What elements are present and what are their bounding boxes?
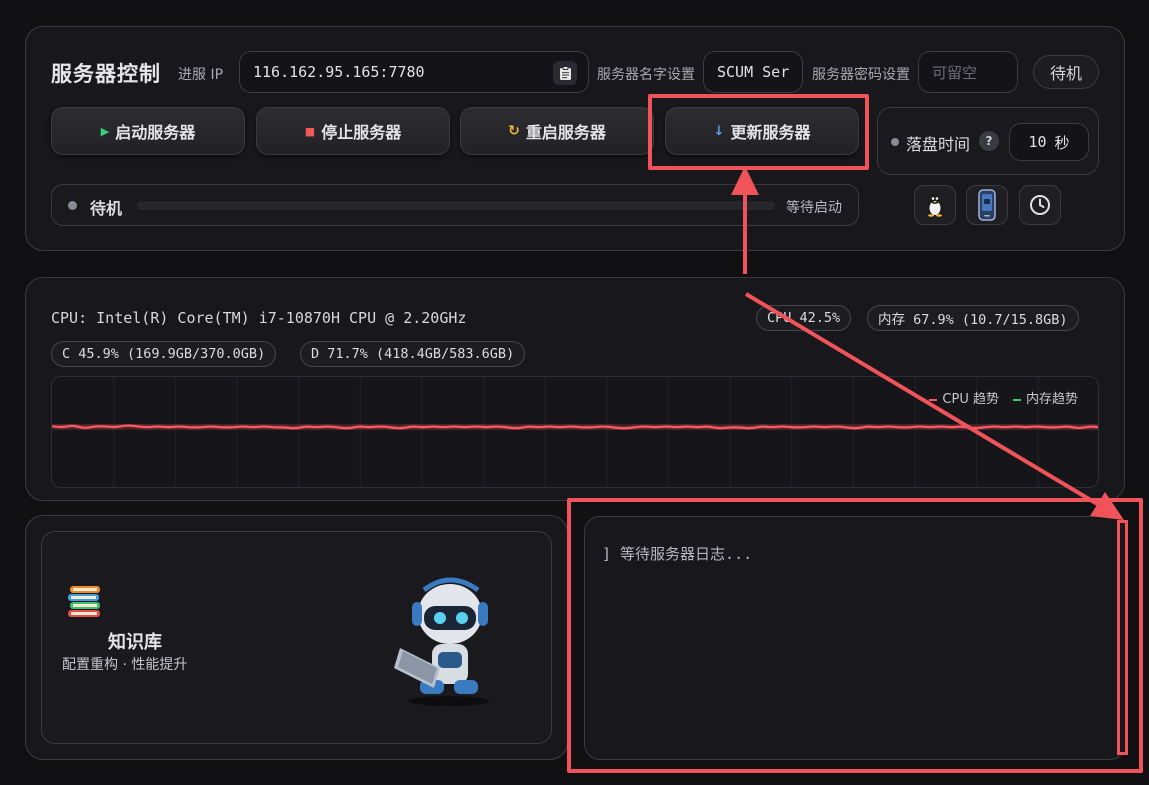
save-dot: [891, 138, 899, 146]
legend-memory-swatch: [1012, 398, 1021, 401]
clipboard-icon: [559, 65, 571, 80]
restart-server-button[interactable]: ↻ 重启服务器: [460, 107, 654, 155]
play-icon: ▶: [100, 124, 110, 138]
disk-c-chip: C 45.9% (169.9GB/370.0GB): [51, 341, 277, 367]
cpu-name: CPU: Intel(R) Core(TM) i7-10870H CPU @ 2…: [51, 309, 467, 327]
highlight-update-button: [648, 94, 869, 170]
save-interval-unit: 秒: [1054, 133, 1070, 152]
start-server-label: 启动服务器: [115, 123, 196, 142]
books-icon: [68, 586, 100, 617]
disk-d-chip: D 71.7% (418.4GB/583.6GB): [300, 341, 526, 367]
save-interval-box: 落盘时间 ? 10 秒: [877, 107, 1099, 175]
legend-cpu: CPU 趋势: [929, 388, 999, 407]
status-state: 待机: [90, 199, 123, 218]
phone-icon: [978, 189, 996, 221]
password-field[interactable]: 可留空: [918, 51, 1018, 93]
legend-cpu-swatch: [929, 398, 938, 401]
cpu-trend-line: [52, 424, 1098, 430]
server-name-value: SCUM Ser: [717, 63, 790, 81]
password-label: 服务器密码设置: [812, 67, 910, 83]
state-pill[interactable]: 待机: [1033, 55, 1099, 89]
start-server-button[interactable]: ▶ 启动服务器: [51, 107, 245, 155]
restart-server-label: 重启服务器: [525, 123, 606, 142]
legend-memory: 内存趋势: [1012, 388, 1078, 407]
ip-value: 116.162.95.165:7780: [253, 63, 425, 81]
clock-icon: [1030, 195, 1050, 215]
knowledge-card[interactable]: 知识库 配置重构 · 性能提升: [41, 531, 552, 744]
chart-legend: CPU 趋势 内存趋势: [929, 388, 1078, 407]
knowledge-subtitle: 配置重构 · 性能提升: [62, 657, 188, 673]
password-placeholder: 可留空: [932, 63, 978, 82]
stop-server-button[interactable]: ■ 停止服务器: [256, 107, 450, 155]
stop-server-label: 停止服务器: [321, 123, 402, 142]
server-name-field[interactable]: SCUM Ser: [703, 51, 803, 93]
status-bar: 待机 等待启动: [51, 184, 859, 226]
log-scrollbar[interactable]: [1117, 520, 1128, 755]
usage-chart: CPU 趋势 内存趋势: [51, 376, 1099, 488]
linux-button[interactable]: [914, 185, 956, 225]
name-label: 服务器名字设置: [597, 67, 695, 83]
highlight-log-panel: [567, 498, 1143, 773]
state-pill-label: 待机: [1049, 64, 1082, 83]
stop-icon: ■: [304, 124, 316, 138]
mobile-button[interactable]: [966, 185, 1008, 225]
save-interval-value: 10: [1028, 133, 1047, 151]
legend-memory-label: 内存趋势: [1025, 392, 1078, 407]
status-dot: [68, 201, 77, 210]
ip-field[interactable]: 116.162.95.165:7780: [239, 51, 589, 93]
memory-usage-chip: 内存 67.9% (10.7/15.8GB): [867, 305, 1079, 331]
help-icon[interactable]: ?: [979, 131, 999, 151]
cpu-usage-chip: CPU 42.5%: [756, 305, 852, 331]
page-title: 服务器控制: [51, 62, 161, 86]
save-interval-label: 落盘时间: [906, 135, 971, 154]
knowledge-title: 知识库: [108, 632, 162, 653]
linux-penguin-icon: [927, 194, 943, 217]
schedule-button[interactable]: [1019, 185, 1061, 225]
copy-clipboard-button[interactable]: [553, 61, 577, 85]
ip-label: 进服 IP: [178, 67, 224, 83]
status-progress-track: [137, 201, 775, 210]
status-detail: 等待启动: [786, 200, 842, 216]
robot-mascot-icon: [394, 577, 489, 706]
restart-icon: ↻: [508, 123, 520, 139]
save-interval-input[interactable]: 10 秒: [1009, 123, 1089, 161]
legend-cpu-label: CPU 趋势: [942, 392, 999, 407]
